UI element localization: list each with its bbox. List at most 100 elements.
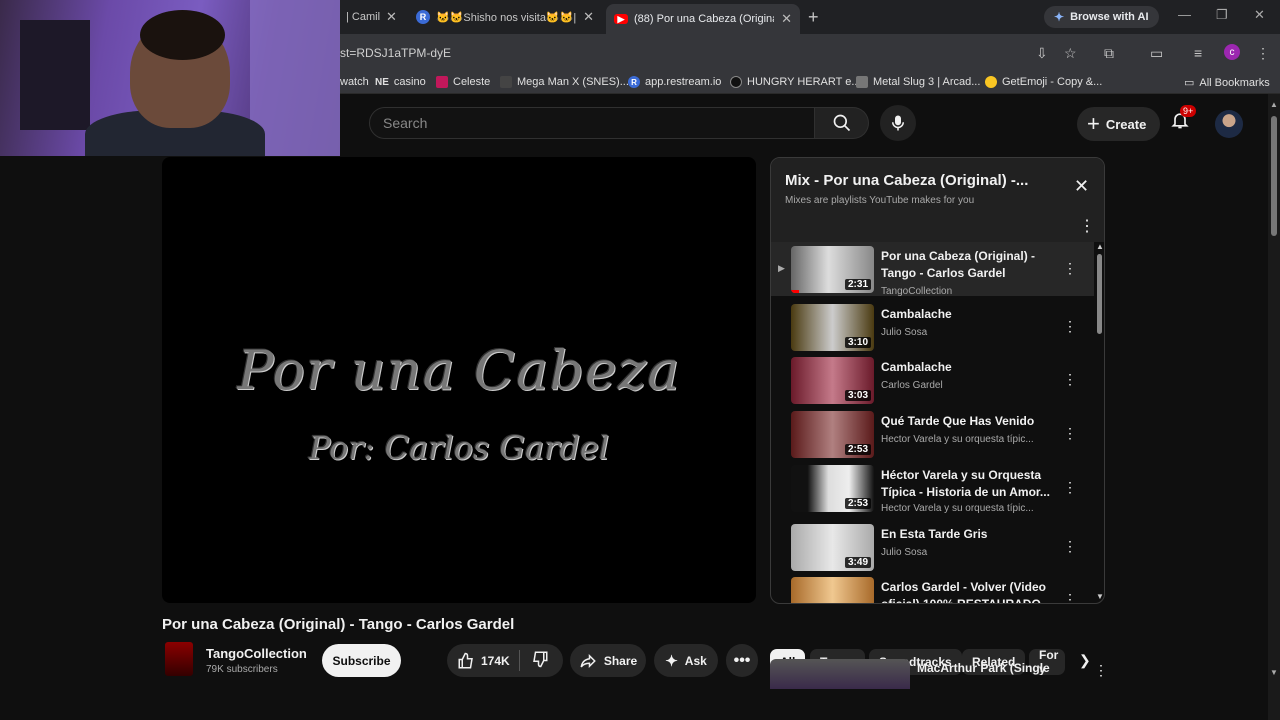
webcam-person-hair — [140, 10, 225, 60]
search-input[interactable]: Search — [369, 107, 815, 139]
video-player[interactable]: Por una Cabeza Por: Carlos Gardel — [162, 157, 756, 603]
all-bookmarks[interactable]: ▭ All Bookmarks — [1184, 76, 1270, 90]
bookmark-star-icon[interactable]: ☆ — [1064, 45, 1077, 62]
list-item[interactable]: ▶ 2:31 Por una Cabeza (Original) - Tango… — [771, 242, 1094, 297]
notifications-button[interactable]: 9+ — [1170, 105, 1197, 135]
divider — [519, 650, 520, 671]
bookmark-label: HUNGRY HERART e... — [747, 76, 861, 88]
sidepanel-icon[interactable]: ▭ — [1150, 45, 1163, 62]
like-button[interactable]: 174K — [457, 652, 510, 670]
subscriber-count: 79K subscribers — [206, 664, 278, 675]
item-artist: Julio Sosa — [881, 547, 928, 558]
list-item[interactable]: 3:10 Cambalache Julio Sosa ⋮ — [771, 300, 1094, 354]
scroll-up-icon[interactable]: ▲ — [1096, 242, 1104, 251]
scrollbar-thumb[interactable] — [1097, 254, 1102, 334]
more-vertical-icon[interactable]: ⋮ — [1063, 591, 1077, 603]
bookmark-label: casino — [393, 76, 426, 88]
duration: 3:03 — [844, 390, 871, 401]
list-item[interactable]: 2:53 Qué Tarde Que Has Venido Hector Var… — [771, 407, 1094, 461]
more-vertical-icon[interactable]: ⋮ — [1063, 479, 1077, 496]
close-icon[interactable]: ✕ — [775, 11, 792, 27]
more-actions-button[interactable]: ••• — [726, 644, 758, 677]
list-item[interactable]: 2:53 Héctor Varela y su Orquesta Típica … — [771, 461, 1094, 515]
youtube-icon: ▶ — [614, 14, 628, 24]
bookmark-label: GetEmoji - Copy &... — [1002, 76, 1103, 88]
avatar[interactable] — [1215, 110, 1243, 138]
scroll-down-icon[interactable]: ▼ — [1096, 592, 1104, 601]
tab-youtube[interactable]: ▶ (88) Por una Cabeza (Original) ✕ — [606, 4, 800, 34]
more-vertical-icon[interactable]: ⋮ — [1079, 216, 1095, 236]
list-item[interactable]: 3:03 Cambalache Carlos Gardel ⋮ — [771, 353, 1094, 407]
video-overlay-subtitle: Por: Carlos Gardel — [308, 429, 610, 467]
bookmark-item[interactable]: Mega Man X (SNES)... — [500, 76, 629, 88]
mix-scrollbar[interactable]: ▲ ▼ — [1095, 242, 1104, 603]
bookmark-item[interactable]: NE casino — [375, 76, 426, 88]
more-vertical-icon[interactable]: ⋮ — [1094, 662, 1108, 679]
scrollbar-thumb[interactable] — [1271, 116, 1277, 236]
url-field[interactable]: st=RDSJ1aTPM-dyE — [340, 46, 451, 60]
create-button[interactable]: + Create — [1077, 107, 1161, 141]
ask-button[interactable]: ✦ Ask — [654, 644, 718, 677]
bookmark-label: Celeste — [453, 76, 491, 88]
page-scrollbar[interactable]: ▲ ▼ — [1268, 94, 1280, 720]
install-icon[interactable]: ⇩ — [1036, 45, 1048, 62]
share-button[interactable]: Share — [570, 644, 646, 677]
bookmark-item[interactable]: HUNGRY HERART e... — [730, 76, 861, 88]
item-title: En Esta Tarde Gris — [881, 527, 988, 541]
video-thumbnail: 2:53 — [791, 465, 874, 512]
share-label: Share — [603, 653, 638, 668]
bookmark-item[interactable]: Metal Slug 3 | Arcad... — [856, 76, 980, 88]
dislike-button[interactable] — [531, 650, 549, 671]
tab-twitch[interactable]: | Camil ✕ — [338, 4, 404, 30]
webcam-background — [20, 20, 90, 130]
record-icon — [730, 76, 742, 88]
minimize-icon[interactable]: — — [1178, 7, 1191, 22]
item-title: Por una Cabeza (Original) - Tango - Carl… — [881, 249, 1036, 280]
list-item[interactable]: 3:49 En Esta Tarde Gris Julio Sosa ⋮ — [771, 520, 1094, 574]
channel-name[interactable]: TangoCollection — [206, 646, 307, 661]
more-horizontal-icon: ••• — [733, 651, 751, 669]
new-tab-button[interactable]: + — [808, 7, 819, 28]
tab-title: (88) Por una Cabeza (Original) — [634, 13, 774, 25]
recommended-title[interactable]: MacArthur Park (Single Version) — [917, 660, 1077, 676]
bookmark-item[interactable]: GetEmoji - Copy &... — [985, 76, 1102, 88]
bookmark-item[interactable]: Rapp.restream.io — [628, 76, 721, 88]
item-title: Qué Tarde Que Has Venido — [881, 414, 1035, 428]
list-item[interactable]: Carlos Gardel - Volver (Video oficial) 1… — [771, 573, 1094, 603]
close-icon[interactable]: ✕ — [380, 9, 397, 25]
mix-title[interactable]: Mix - Por una Cabeza (Original) -... — [785, 172, 1028, 189]
browse-with-ai-button[interactable]: ✦ Browse with AI — [1044, 6, 1159, 28]
voice-search-button[interactable] — [880, 105, 916, 141]
tab-restream[interactable]: R 🐱🐱Shisho nos visita🐱🐱| m ✕ — [408, 4, 602, 30]
channel-avatar[interactable] — [165, 642, 193, 676]
item-artist: Carlos Gardel — [881, 380, 943, 391]
window-close-icon[interactable]: ✕ — [1254, 7, 1265, 23]
scroll-up-icon[interactable]: ▲ — [1270, 100, 1278, 109]
duration: 3:10 — [844, 337, 871, 348]
bookmark-item[interactable]: watch — [340, 76, 369, 88]
item-artist: Hector Varela y su orquesta típic... — [881, 503, 1034, 514]
video-thumbnail: 3:03 — [791, 357, 874, 404]
notification-badge: 9+ — [1180, 105, 1197, 117]
more-vertical-icon[interactable]: ⋮ — [1063, 425, 1077, 442]
scroll-down-icon[interactable]: ▼ — [1270, 668, 1278, 677]
video-thumbnail[interactable] — [770, 659, 910, 689]
extensions-icon[interactable]: ⧉ — [1104, 45, 1114, 62]
more-vertical-icon[interactable]: ⋮ — [1063, 371, 1077, 388]
bookmark-item[interactable]: Celeste — [436, 76, 490, 88]
now-playing-icon: ▶ — [778, 263, 785, 273]
chevron-right-icon[interactable]: ❯ — [1079, 652, 1091, 669]
more-vertical-icon[interactable]: ⋮ — [1063, 538, 1077, 555]
media-control-icon[interactable]: ≡ — [1194, 45, 1202, 61]
item-title: Cambalache — [881, 307, 952, 321]
search-button[interactable] — [815, 107, 869, 139]
menu-kebab-icon[interactable]: ⋮ — [1256, 45, 1270, 62]
subscribe-button[interactable]: Subscribe — [322, 644, 401, 677]
more-vertical-icon[interactable]: ⋮ — [1063, 260, 1077, 277]
video-thumbnail: 2:53 — [791, 411, 874, 458]
close-icon[interactable]: ✕ — [1074, 176, 1089, 197]
more-vertical-icon[interactable]: ⋮ — [1063, 318, 1077, 335]
close-icon[interactable]: ✕ — [577, 9, 594, 25]
profile-avatar[interactable]: c — [1224, 44, 1240, 60]
restore-icon[interactable]: ❐ — [1216, 7, 1228, 23]
